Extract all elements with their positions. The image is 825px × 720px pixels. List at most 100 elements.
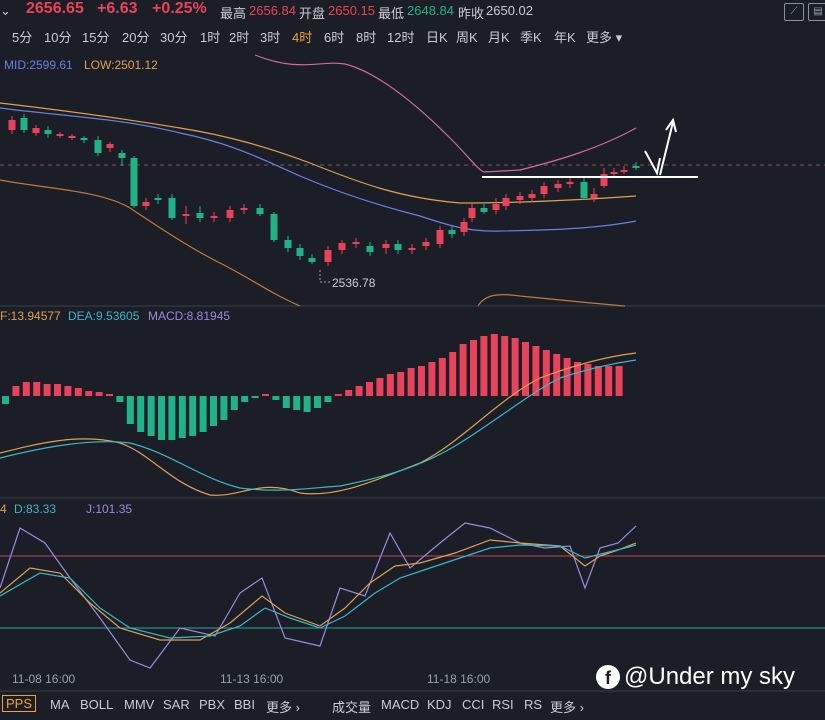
- macd-bar: [178, 396, 186, 438]
- macd-bar: [532, 346, 540, 396]
- sub-indicator-tab[interactable]: RSI: [492, 697, 514, 712]
- macd-bar: [33, 382, 41, 396]
- macd-bar: [106, 394, 113, 396]
- macd-bar: [293, 396, 301, 410]
- candle-body: [256, 208, 264, 214]
- macd-bar: [511, 338, 519, 396]
- kdj-d-label: D:83.33: [14, 502, 57, 516]
- open-value: 2650.15: [328, 3, 375, 18]
- indicator-tab[interactable]: 更多 ›: [266, 697, 300, 716]
- period-tab[interactable]: 更多 ▾: [586, 27, 622, 46]
- candle-body: [492, 204, 500, 210]
- indicator-tab[interactable]: BBI: [234, 697, 255, 712]
- candle-body: [468, 208, 476, 218]
- macd-bar: [615, 366, 623, 396]
- macd-dea-label: DEA:9.53605: [68, 309, 140, 323]
- period-tab[interactable]: 4时: [292, 27, 312, 46]
- prev-close-label: 昨收: [458, 6, 485, 21]
- sub-indicator-tab[interactable]: CCI: [462, 697, 484, 712]
- period-tab[interactable]: 20分: [122, 27, 149, 46]
- candle-body: [422, 242, 430, 246]
- macd-bar: [64, 386, 72, 396]
- macd-bar: [116, 396, 124, 402]
- indicator-bar: PPS MA BOLL MMV SAR PBX BBI 更多 › 成交量 MACD KDJ CCI RS…: [0, 692, 825, 720]
- candle-body: [308, 258, 316, 262]
- indicator-tab[interactable]: MMV: [124, 697, 154, 712]
- candle-body: [436, 230, 444, 244]
- macd-bar: [345, 390, 353, 396]
- macd-bar: [594, 366, 602, 396]
- period-tab[interactable]: 周K: [456, 27, 478, 46]
- candle-body: [394, 244, 402, 250]
- chart-settings-icon[interactable]: ▤: [808, 3, 825, 21]
- candle-body: [580, 182, 588, 198]
- macd-bar: [418, 366, 425, 396]
- period-tab[interactable]: 季K: [520, 27, 542, 46]
- macd-bar: [282, 396, 290, 408]
- indicator-tab[interactable]: BOLL: [80, 697, 113, 712]
- candle-body: [352, 242, 360, 244]
- period-tab[interactable]: 5分: [12, 27, 32, 46]
- indicator-tab[interactable]: PBX: [199, 697, 225, 712]
- indicator-tab[interactable]: SAR: [163, 697, 190, 712]
- sub-indicator-tab[interactable]: 更多 ›: [550, 697, 584, 716]
- period-tab[interactable]: 1时: [200, 27, 220, 46]
- period-tab[interactable]: 6时: [324, 27, 344, 46]
- draw-tool-icon[interactable]: ⟋: [784, 3, 804, 21]
- period-tab[interactable]: 12时: [387, 27, 414, 46]
- macd-bar: [272, 396, 280, 400]
- macd-bar: [210, 396, 217, 426]
- macd-bar: [605, 366, 613, 396]
- period-tab[interactable]: 8时: [356, 27, 376, 46]
- macd-bar: [407, 368, 415, 396]
- candle-body: [590, 194, 598, 198]
- macd-bar: [303, 396, 311, 412]
- candle-body: [80, 138, 88, 140]
- candle-body: [632, 166, 640, 168]
- period-tab[interactable]: 2时: [229, 27, 249, 46]
- quote-bar: ⌄ 2656.65 +6.63 +0.25% 最高 2656.84 开盘 265…: [0, 0, 825, 22]
- macd-bar: [376, 378, 384, 396]
- macd-bar: [54, 384, 61, 396]
- period-tab[interactable]: 月K: [488, 27, 510, 46]
- prev-close-value: 2650.02: [486, 3, 533, 18]
- macd-bar: [334, 394, 342, 396]
- candle-body: [502, 198, 510, 206]
- candle-body: [118, 153, 126, 158]
- candle-body: [554, 184, 562, 188]
- period-tab[interactable]: 日K: [426, 27, 448, 46]
- open-label: 开盘: [299, 6, 326, 21]
- price-pane: [0, 48, 825, 306]
- kdj-k-label: 4: [0, 502, 7, 516]
- macd-bar: [542, 350, 550, 396]
- chart-area[interactable]: [0, 48, 825, 692]
- sub-indicator-tab[interactable]: 成交量: [332, 697, 371, 716]
- sub-indicator-tab[interactable]: RS: [524, 697, 542, 712]
- candle-body: [8, 120, 16, 130]
- macd-dif-label: F:13.94577: [0, 309, 61, 323]
- macd-bar: [189, 396, 197, 436]
- period-tab[interactable]: 15分: [82, 27, 109, 46]
- sub-indicator-tab[interactable]: KDJ: [427, 697, 452, 712]
- period-tab[interactable]: 年K: [554, 27, 576, 46]
- macd-bar: [22, 382, 30, 396]
- period-tab[interactable]: 10分: [44, 27, 71, 46]
- candle-body: [44, 130, 52, 134]
- candle-body: [460, 222, 468, 232]
- macd-bar: [480, 336, 488, 396]
- date-label: 11-08 16:00: [12, 672, 76, 686]
- boll-mid-label: MID:2599.61: [4, 58, 73, 72]
- macd-bar: [355, 386, 363, 396]
- period-tab[interactable]: 30分: [160, 27, 187, 46]
- sub-indicator-tab[interactable]: MACD: [381, 697, 419, 712]
- macd-bar: [158, 396, 165, 440]
- macd-value-label: MACD:8.81945: [148, 309, 231, 323]
- macd-bar: [199, 396, 207, 432]
- period-selector: 5分 10分 15分 20分 30分 1时 2时 3时 4时 6时 8时 12时 日K 周K 月K 季K 年K 更…: [0, 26, 825, 46]
- indicator-tab[interactable]: PPS: [2, 695, 37, 712]
- dropdown-icon[interactable]: ⌄: [0, 3, 11, 19]
- macd-bar: [490, 334, 498, 396]
- period-tab[interactable]: 3时: [260, 27, 280, 46]
- macd-bar: [43, 384, 51, 396]
- indicator-tab[interactable]: MA: [50, 697, 70, 712]
